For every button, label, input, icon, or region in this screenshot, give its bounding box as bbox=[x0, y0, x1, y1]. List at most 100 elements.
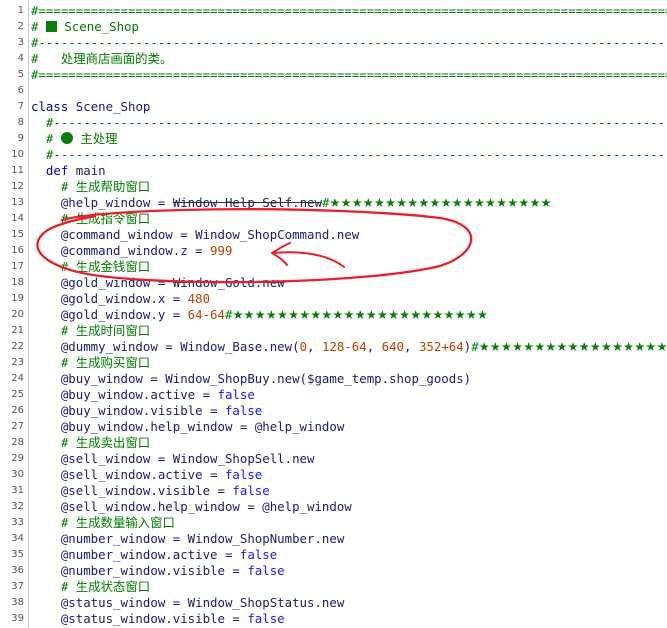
code-lines: 1 #======================================… bbox=[0, 3, 667, 627]
code-number: 640 bbox=[381, 339, 405, 354]
code-text: @gold_window.x = bbox=[31, 291, 188, 306]
line-code: @command_window.z = 999 bbox=[31, 243, 233, 259]
code-comment: #=======================================… bbox=[31, 67, 667, 82]
code-line[interactable]: 39 @status_window.visible = false bbox=[0, 611, 667, 627]
code-line[interactable]: 10 #------------------------------------… bbox=[0, 147, 667, 163]
code-line[interactable]: 35 @number_window.active = false bbox=[0, 547, 667, 563]
code-line[interactable]: 17 # 生成金钱窗口 bbox=[0, 259, 667, 275]
code-text: @sell_window.help_window = @help_window bbox=[31, 499, 352, 514]
code-text: @gold_window = bbox=[31, 275, 173, 290]
code-line[interactable]: 21 # 生成时间窗口 bbox=[0, 323, 667, 339]
code-line[interactable]: 1 #======================================… bbox=[0, 3, 667, 19]
code-line[interactable]: 36 @number_window.visible = false bbox=[0, 563, 667, 579]
code-line[interactable]: 6 bbox=[0, 83, 667, 99]
code-global: $game_temp bbox=[307, 371, 382, 386]
line-number: 12 bbox=[11, 181, 24, 192]
code-line[interactable]: 23 # 生成购买窗口 bbox=[0, 355, 667, 371]
line-number: 32 bbox=[11, 501, 24, 512]
line-number: 21 bbox=[11, 325, 24, 336]
code-number: 999 bbox=[210, 243, 233, 258]
line-code: # 生成金钱窗口 bbox=[31, 259, 150, 275]
code-line[interactable]: 33 # 生成数量输入窗口 bbox=[0, 515, 667, 531]
code-line[interactable]: 7 class Scene_Shop bbox=[0, 99, 667, 115]
code-text: , bbox=[366, 339, 382, 354]
line-code: @gold_window = Window_Gold.new bbox=[31, 275, 285, 291]
line-code: @sell_window.active = false bbox=[31, 467, 262, 483]
line-number: 16 bbox=[11, 245, 24, 256]
code-line[interactable]: 5 #======================================… bbox=[0, 67, 667, 83]
line-code: # 生成帮助窗口 bbox=[31, 179, 150, 195]
code-struck-text: Window_Help_Self.new bbox=[172, 195, 322, 210]
code-text: @help_window = bbox=[31, 195, 173, 210]
code-line[interactable]: 25 @buy_window.active = false bbox=[0, 387, 667, 403]
line-number: 1 bbox=[17, 5, 24, 16]
code-line[interactable]: 38 @status_window = Window_ShopStatus.ne… bbox=[0, 595, 667, 611]
line-code: # Scene_Shop bbox=[31, 19, 139, 35]
code-comment: # 生成数量输入窗口 bbox=[31, 515, 175, 530]
code-editor[interactable]: 1 #======================================… bbox=[0, 0, 667, 628]
code-comment: #---------------------------------------… bbox=[31, 35, 667, 50]
line-code: # 生成卖出窗口 bbox=[31, 435, 150, 451]
code-line[interactable]: 2 # Scene_Shop bbox=[0, 19, 667, 35]
line-code: @gold_window.x = 480 bbox=[31, 291, 210, 307]
code-line[interactable]: 37 # 生成状态窗口 bbox=[0, 579, 667, 595]
code-text: .shop_goods) bbox=[381, 371, 472, 386]
line-code: @number_window.active = false bbox=[31, 547, 277, 563]
code-literal: false bbox=[247, 611, 285, 626]
code-comment: # bbox=[31, 131, 61, 146]
code-line[interactable]: 30 @sell_window.active = false bbox=[0, 467, 667, 483]
code-line[interactable]: 14 # 生成指令窗口 bbox=[0, 211, 667, 227]
code-text: @command_window.z = bbox=[31, 243, 211, 258]
code-line[interactable]: 24 @buy_window = Window_ShopBuy.new($gam… bbox=[0, 371, 667, 387]
code-line[interactable]: 22 @dummy_window = Window_Base.new(0, 12… bbox=[0, 339, 667, 355]
code-number: 128-64 bbox=[321, 339, 367, 354]
code-line[interactable]: 11 def main bbox=[0, 163, 667, 179]
line-code: #=======================================… bbox=[31, 3, 667, 19]
line-number: 15 bbox=[11, 229, 24, 240]
green-square-icon bbox=[45, 21, 57, 32]
line-number: 13 bbox=[11, 197, 24, 208]
code-comment: Scene_Shop bbox=[56, 19, 139, 34]
line-number: 28 bbox=[11, 437, 24, 448]
code-line[interactable]: 20 @gold_window.y = 64-64#★★★★★★★★★★★★★★… bbox=[0, 307, 667, 323]
code-text: @sell_window = Window_ShopSell.new bbox=[31, 451, 315, 466]
code-line[interactable]: 4 # 处理商店画面的类。 bbox=[0, 51, 667, 67]
code-text: @buy_window.active = bbox=[31, 387, 218, 402]
code-line[interactable]: 16 @command_window.z = 999 bbox=[0, 243, 667, 259]
code-comment: # 生成状态窗口 bbox=[31, 579, 151, 594]
line-number: 20 bbox=[11, 309, 24, 320]
code-line[interactable]: 18 @gold_window = Window_Gold.new bbox=[0, 275, 667, 291]
code-line[interactable]: 9 # 主处理 bbox=[0, 131, 667, 147]
code-text: @number_window.active = bbox=[31, 547, 240, 562]
code-line[interactable]: 34 @number_window = Window_ShopNumber.ne… bbox=[0, 531, 667, 547]
code-line[interactable]: 8 #-------------------------------------… bbox=[0, 115, 667, 131]
code-line[interactable]: 26 @buy_window.visible = false bbox=[0, 403, 667, 419]
code-literal: false bbox=[247, 563, 285, 578]
code-number: 352+64 bbox=[418, 339, 464, 354]
code-line[interactable]: 32 @sell_window.help_window = @help_wind… bbox=[0, 499, 667, 515]
code-line[interactable]: 19 @gold_window.x = 480 bbox=[0, 291, 667, 307]
code-line[interactable]: 12 # 生成帮助窗口 bbox=[0, 179, 667, 195]
code-line[interactable]: 28 # 生成卖出窗口 bbox=[0, 435, 667, 451]
code-line[interactable]: 27 @buy_window.help_window = @help_windo… bbox=[0, 419, 667, 435]
line-number: 22 bbox=[11, 341, 24, 352]
line-number: 31 bbox=[11, 485, 24, 496]
code-line[interactable]: 3 #--------------------------------------… bbox=[0, 35, 667, 51]
code-text: @sell_window.visible = bbox=[31, 483, 233, 498]
code-comment: # 生成购买窗口 bbox=[31, 355, 151, 370]
line-number: 8 bbox=[17, 117, 24, 128]
green-star-icon: ★★★★★★★★★★★★★★★★★★★★★★★★★ bbox=[478, 339, 667, 354]
code-comment: #---------------------------------------… bbox=[45, 147, 667, 162]
line-code: @number_window.visible = false bbox=[31, 563, 285, 579]
code-struck-text: Window_Gold.new bbox=[172, 275, 285, 290]
code-text: @dummy_window = Window_Base.new( bbox=[31, 339, 300, 354]
line-number: 36 bbox=[11, 565, 24, 576]
line-number: 23 bbox=[11, 357, 24, 368]
line-code: # 处理商店画面的类。 bbox=[31, 51, 172, 67]
code-line[interactable]: 31 @sell_window.visible = false bbox=[0, 483, 667, 499]
line-number: 24 bbox=[11, 373, 24, 384]
code-line[interactable]: 29 @sell_window = Window_ShopSell.new bbox=[0, 451, 667, 467]
line-code: # 生成数量输入窗口 bbox=[31, 515, 175, 531]
code-line[interactable]: 15 @command_window = Window_ShopCommand.… bbox=[0, 227, 667, 243]
code-line[interactable]: 13 @help_window = Window_Help_Self.new#★… bbox=[0, 195, 667, 211]
